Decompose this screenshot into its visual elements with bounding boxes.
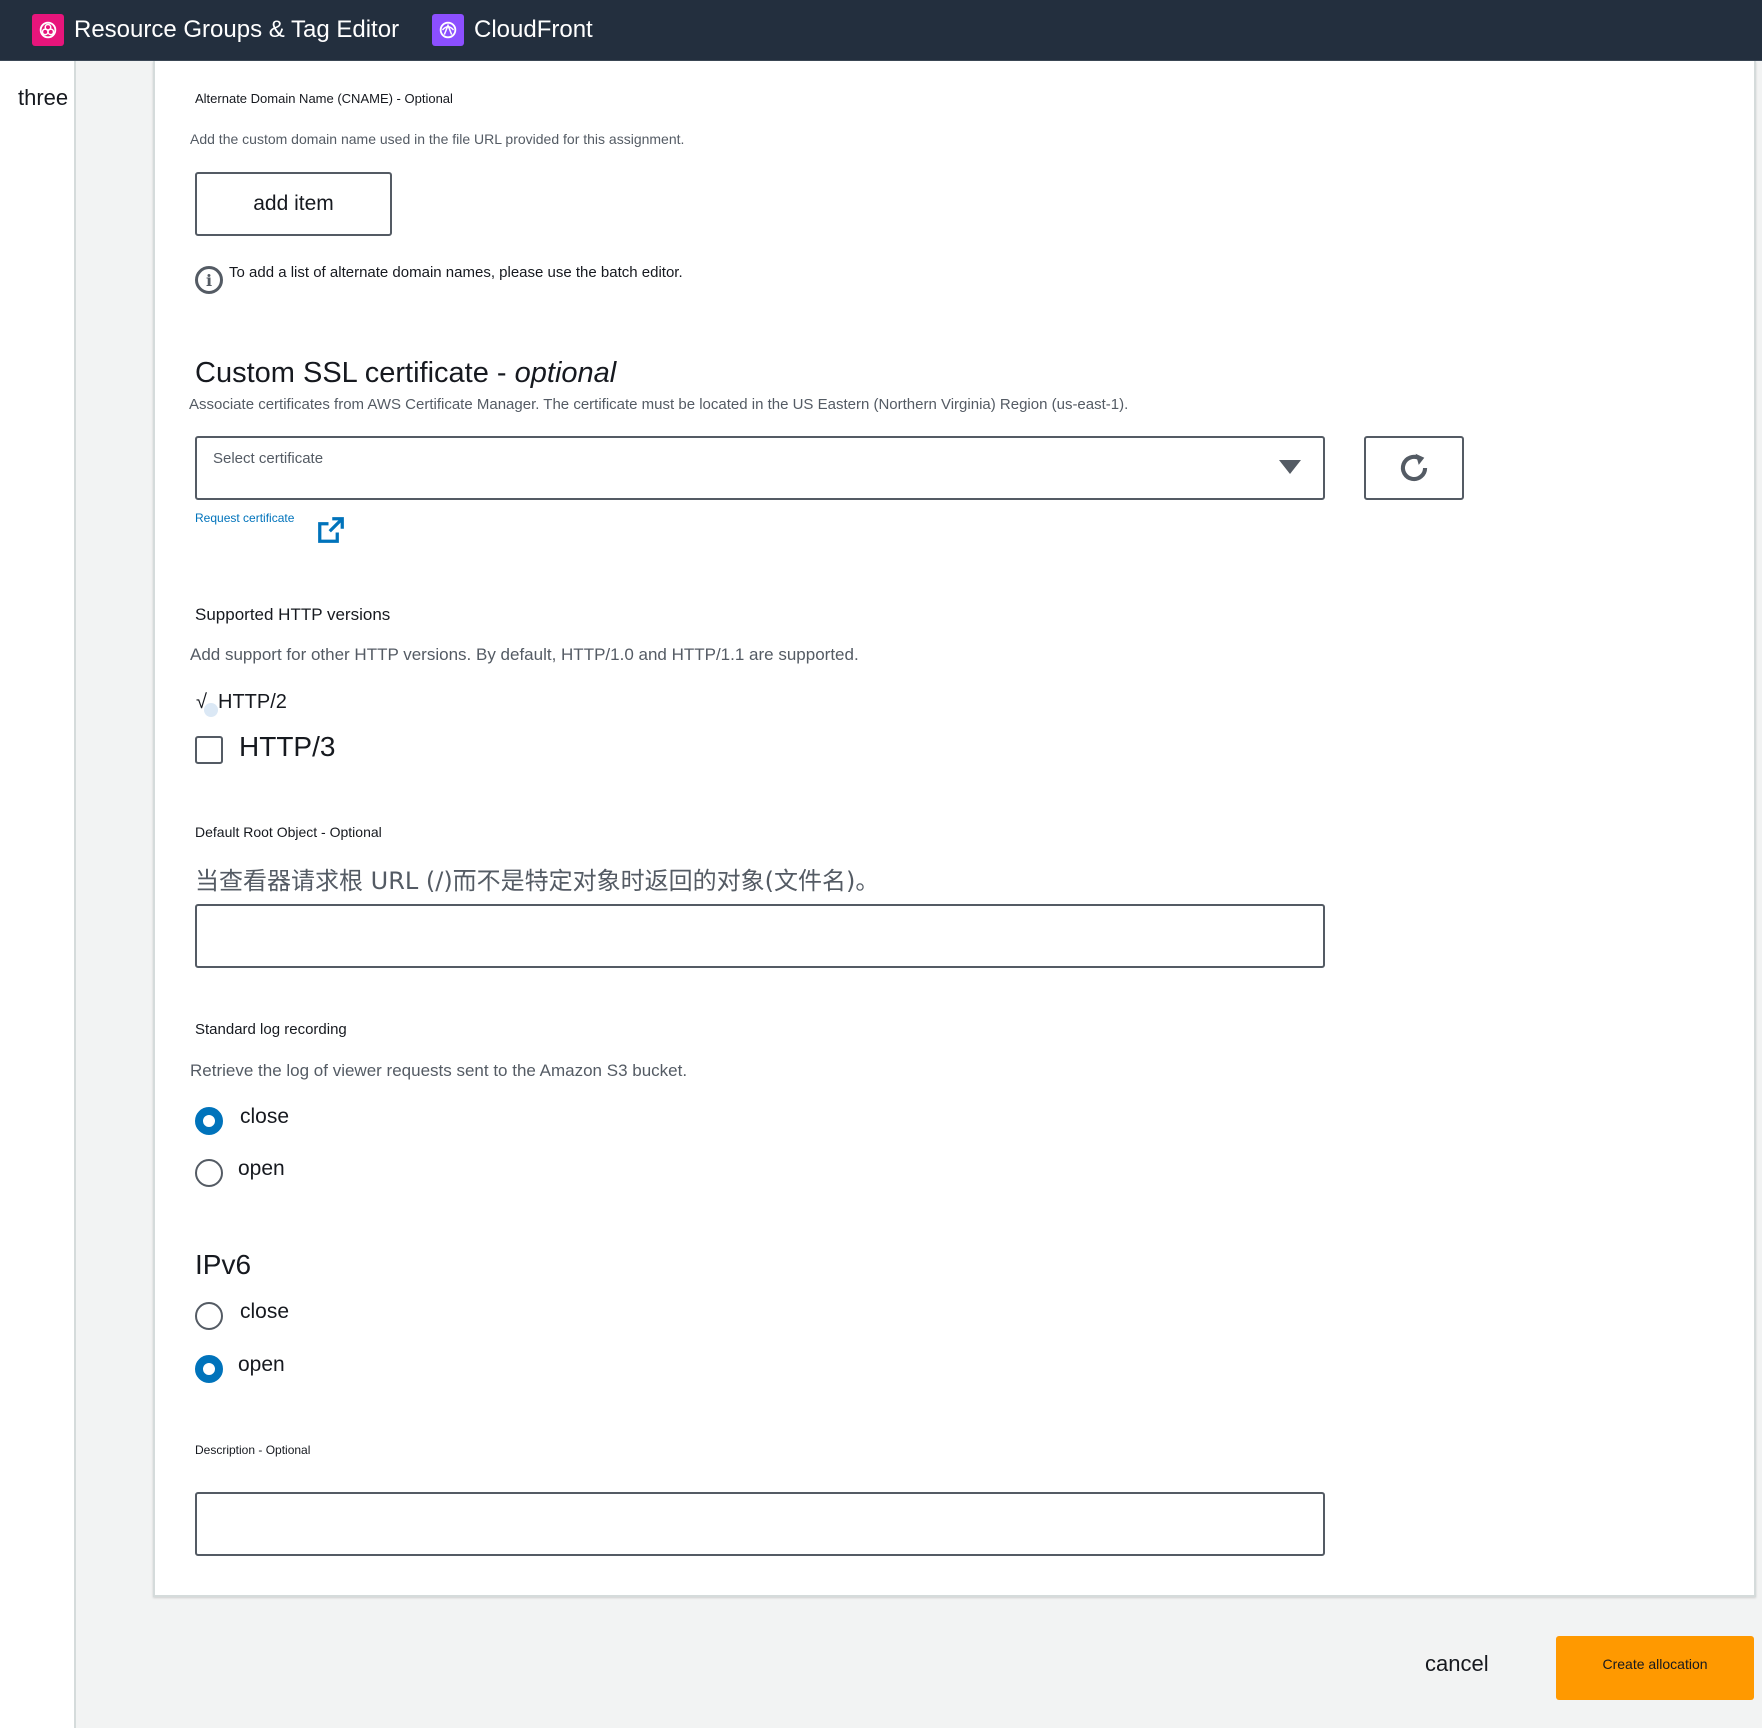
request-certificate-link[interactable]: Request certificate (195, 511, 294, 525)
http3-checkbox[interactable] (195, 736, 223, 764)
description-label: Description - Optional (195, 1443, 311, 1457)
refresh-certificates-button[interactable] (1364, 436, 1464, 500)
ipv6-section-title: IPv6 (195, 1249, 252, 1280)
ipv6-open-label: open (238, 1353, 285, 1376)
info-icon: i (195, 266, 223, 294)
ssl-section-title: Custom SSL certificate - optional (195, 357, 617, 389)
logging-open-label: open (238, 1157, 285, 1180)
ssl-description: Associate certificates from AWS Certific… (189, 396, 1129, 413)
logging-close-radio[interactable] (195, 1107, 223, 1135)
caret-down-icon (1279, 460, 1301, 474)
http3-label: HTTP/3 (239, 731, 336, 762)
http-versions-label: Supported HTTP versions (195, 605, 391, 624)
logging-description: Retrieve the log of viewer requests sent… (190, 1061, 688, 1080)
logging-open-radio[interactable] (195, 1159, 223, 1187)
cname-label: Alternate Domain Name (CNAME) - Optional (195, 91, 453, 106)
cname-info-text: To add a list of alternate domain names,… (229, 264, 683, 281)
left-rail-text[interactable]: three (18, 85, 68, 111)
cname-description: Add the custom domain name used in the f… (190, 131, 685, 147)
root-object-description: 当查看器请求根 URL (/)而不是特定对象时返回的对象(文件名)。 (195, 867, 880, 895)
root-object-input[interactable] (195, 904, 1325, 968)
http2-checkbox[interactable]: √ (196, 691, 218, 717)
logging-label: Standard log recording (195, 1021, 347, 1038)
service-shortcut-label: CloudFront (474, 16, 593, 43)
cancel-button[interactable]: cancel (1425, 1651, 1489, 1677)
refresh-icon (1400, 453, 1428, 482)
http2-option[interactable]: √ HTTP/2 (196, 691, 287, 717)
service-shortcut-label: Resource Groups & Tag Editor (74, 16, 400, 43)
logging-close-label: close (240, 1105, 290, 1128)
service-shortcut-cloudfront[interactable]: CloudFront (432, 14, 593, 46)
resource-groups-icon (32, 14, 64, 46)
optional-tag: optional (514, 357, 617, 389)
certificate-select-placeholder: Select certificate (213, 450, 324, 467)
cloudfront-icon (432, 14, 464, 46)
service-shortcut-resource-groups[interactable]: Resource Groups & Tag Editor (32, 14, 399, 46)
left-navigation-rail: three (0, 61, 76, 1728)
root-object-label: Default Root Object - Optional (195, 824, 382, 840)
top-navigation-bar: Resource Groups & Tag Editor CloudFront (0, 0, 1762, 61)
add-item-button[interactable]: add item (195, 172, 392, 236)
certificate-select[interactable]: Select certificate (195, 436, 1325, 500)
external-link-icon[interactable] (316, 515, 346, 545)
http2-label: HTTP/2 (218, 691, 287, 713)
create-allocation-button[interactable]: Create allocation (1556, 1636, 1754, 1700)
distribution-settings-panel: Alternate Domain Name (CNAME) - Optional… (153, 61, 1756, 1597)
ipv6-close-label: close (240, 1300, 290, 1323)
ipv6-close-radio[interactable] (195, 1302, 223, 1330)
description-input[interactable] (195, 1492, 1325, 1556)
http-versions-description: Add support for other HTTP versions. By … (190, 645, 859, 664)
ipv6-open-radio[interactable] (195, 1355, 223, 1383)
